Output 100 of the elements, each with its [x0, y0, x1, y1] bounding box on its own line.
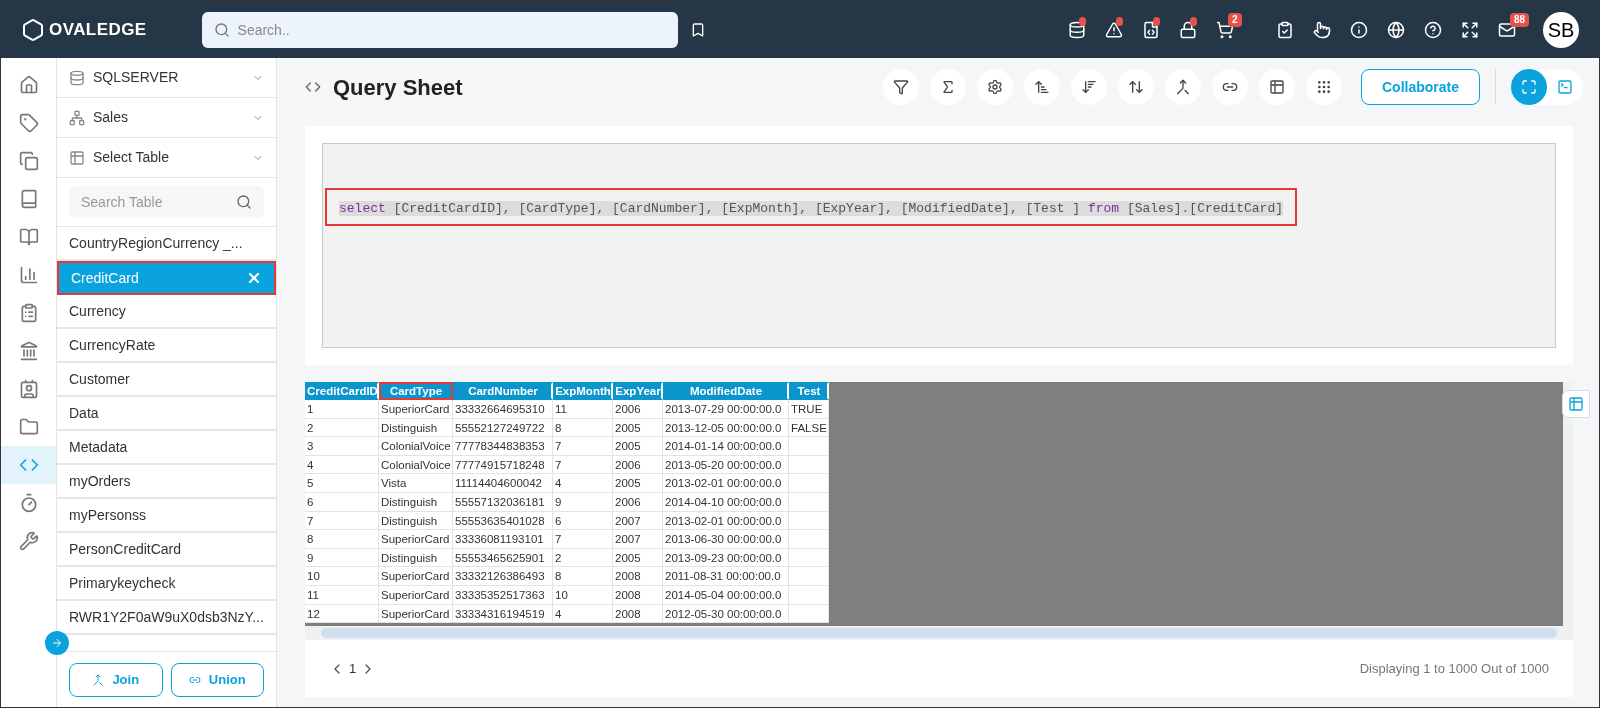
table-cell: 2008: [613, 604, 663, 624]
table-list-item[interactable]: Currency: [57, 295, 276, 329]
table-cell: 2013-02-01 00:00:00.0: [663, 511, 789, 531]
toolbar-button[interactable]: [1071, 69, 1107, 105]
info-icon[interactable]: [1350, 20, 1368, 39]
table-list-item[interactable]: Data: [57, 397, 276, 431]
table-cell: 33334316194519: [453, 604, 553, 624]
table-cell: 4: [305, 455, 379, 475]
database-icon[interactable]: [1068, 20, 1086, 39]
table-cell: Distinguish: [379, 492, 453, 512]
grid-icon: [1316, 79, 1332, 95]
table-list-item[interactable]: PersonCreditCard: [57, 533, 276, 567]
side-panel-button[interactable]: [1562, 390, 1590, 418]
table-cell: [789, 530, 829, 549]
code-file-icon[interactable]: [1142, 20, 1160, 39]
table-cell: 2007: [613, 530, 663, 549]
tools-icon: [18, 531, 39, 551]
help-icon[interactable]: [1424, 20, 1442, 39]
table-cell: 9: [553, 492, 613, 512]
table-cell: 6: [305, 492, 379, 512]
table-search-field[interactable]: Search Table: [69, 186, 264, 218]
table-cell: 11114404600042: [453, 474, 553, 493]
table-cell: [789, 548, 829, 568]
toolbar-button[interactable]: [1259, 69, 1295, 105]
code-icon: [305, 79, 321, 95]
table-cell: 33335352517363: [453, 585, 553, 605]
table-cell: 2014-04-10 00:00:00.0: [663, 492, 789, 512]
table-cell: SuperiorCard: [379, 604, 453, 624]
toolbar-button[interactable]: [1306, 69, 1342, 105]
mail-icon[interactable]: [1498, 20, 1516, 39]
table-dropdown[interactable]: Select Table: [57, 138, 276, 178]
view-toggle[interactable]: [1511, 69, 1547, 105]
table-cell: [789, 437, 829, 456]
table-cell: 2012-05-30 00:00:00.0: [663, 604, 789, 624]
globe-icon[interactable]: [1387, 20, 1405, 39]
schema-dropdown[interactable]: Sales: [57, 98, 276, 138]
toolbar-button[interactable]: [1212, 69, 1248, 105]
cart-icon[interactable]: [1216, 20, 1234, 39]
table-list-item[interactable]: CurrencyRate: [57, 329, 276, 363]
table-cell: 2006: [613, 492, 663, 512]
fit-view-icon: [1521, 79, 1537, 95]
toolbar-button[interactable]: [977, 69, 1013, 105]
table-cell: 2006: [613, 400, 663, 419]
pointer-icon[interactable]: [1313, 20, 1331, 39]
table-cell: 2013-12-05 00:00:00.0: [663, 418, 789, 438]
table-cell: 11: [553, 400, 613, 419]
table-cell: 2: [305, 418, 379, 438]
table-list-item[interactable]: Primarykeycheck: [57, 567, 276, 601]
table-cell: 8: [553, 418, 613, 438]
table-icon: [1568, 396, 1584, 412]
table-cell: 1: [305, 400, 379, 419]
lock-icon[interactable]: [1179, 20, 1197, 39]
toolbar-button[interactable]: [1118, 69, 1154, 105]
horizontal-scrollbar[interactable]: [305, 626, 1573, 640]
table-cell: Vista: [379, 474, 453, 493]
table-list-item[interactable]: RWR1Y2F0aW9uX0dsb3NzY...: [57, 601, 276, 635]
clipboard-icon[interactable]: [1276, 20, 1294, 39]
table-cell: 33332126386493: [453, 567, 553, 586]
toolbar-button[interactable]: [930, 69, 966, 105]
table-cell: 2007: [613, 511, 663, 531]
table-cell: 77778344838353: [453, 437, 553, 456]
table-cell: 2013-05-20 00:00:00.0: [663, 455, 789, 475]
table-icon: [69, 149, 85, 166]
table-cell: 2013-02-01 00:00:00.0: [663, 474, 789, 493]
logo-icon: [21, 17, 45, 42]
contact-icon: [18, 379, 39, 399]
query-editor[interactable]: select [CreditCardID], [CardType], [CardNumber], [ExpMonth], [ExpYear], [ModifiedDate], [Test ] from [Sales].[CreditCard]: [322, 143, 1556, 348]
record-summary: Displaying 1 to 1000 Out of 1000: [1359, 659, 1549, 678]
table-cell: 4: [553, 604, 613, 624]
table-cell: 33336081193101: [453, 530, 553, 549]
table-cell: 10: [553, 585, 613, 605]
search-field[interactable]: Search..: [201, 11, 678, 48]
query-text: select [CreditCardID], [CardType], [CardNumber], [ExpMonth], [ExpYear], [ModifiedDate], [Test ] from [Sales].[CreditCard]: [339, 201, 1283, 216]
table-cell: [789, 567, 829, 586]
vertical-scrollbar[interactable]: [1563, 382, 1573, 626]
arrow-icon: [51, 637, 63, 649]
warning-icon[interactable]: [1105, 20, 1123, 39]
folder-icon: [18, 417, 39, 437]
expand-icon[interactable]: [1461, 20, 1479, 39]
connector-dropdown[interactable]: SQLSERVER: [57, 58, 276, 98]
table-cell: [789, 585, 829, 605]
toolbar-button[interactable]: [1165, 69, 1201, 105]
table-cell: 33332664695310: [453, 400, 553, 419]
toolbar-button[interactable]: [1024, 69, 1060, 105]
table-list-item[interactable]: Customer: [57, 363, 276, 397]
table-list-item[interactable]: myPersonss: [57, 499, 276, 533]
toolbar-button[interactable]: [883, 69, 919, 105]
avatar[interactable]: SB: [1543, 11, 1579, 48]
table-cell: 2014-01-14 00:00:00.0: [663, 437, 789, 456]
console-icon: [1557, 79, 1573, 95]
table-cell: Distinguish: [379, 511, 453, 531]
table-list-item[interactable]: myOrders: [57, 465, 276, 499]
page-number[interactable]: 1: [349, 658, 357, 679]
logo[interactable]: OVALEDGE: [49, 16, 147, 43]
table-cell: ColonialVoice: [379, 455, 453, 475]
sort-ascending-icon: [1034, 79, 1050, 95]
table-cell: 55553465625901: [453, 548, 553, 568]
merge-icon: [1175, 79, 1191, 95]
table-list-item[interactable]: Metadata: [57, 431, 276, 465]
count-badge: 2: [1228, 12, 1242, 27]
